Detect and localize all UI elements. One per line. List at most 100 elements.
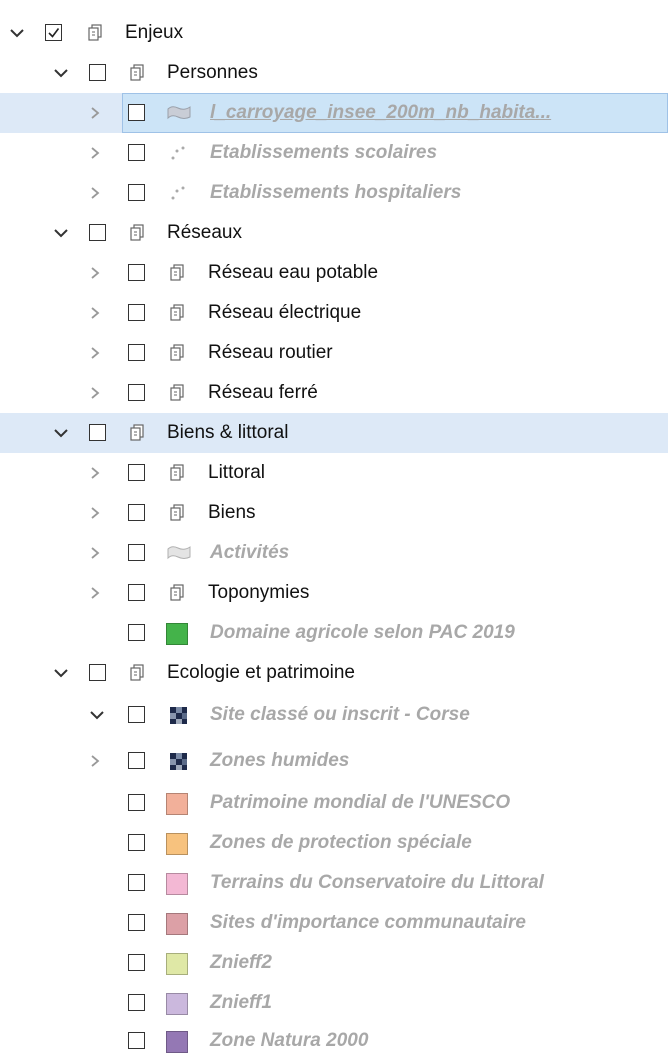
tree-row-layer[interactable]: Réseau ferré xyxy=(0,373,668,413)
tree-row-ecologie[interactable]: Ecologie et patrimoine xyxy=(0,653,668,693)
checkbox[interactable] xyxy=(128,706,145,723)
checkbox[interactable] xyxy=(128,752,145,769)
legend-swatch xyxy=(166,793,188,815)
legend-swatch xyxy=(166,623,188,645)
checkbox[interactable] xyxy=(128,874,145,891)
tree-label: Biens xyxy=(208,502,256,523)
chevron-down-icon[interactable] xyxy=(52,413,70,453)
tree-label: Réseau eau potable xyxy=(208,262,379,283)
tree-row-layer[interactable]: Site classé ou inscrit - Corse xyxy=(0,695,668,735)
tree-row-layer[interactable]: l_carroyage_insee_200m_nb_habita... xyxy=(0,93,668,133)
tree-row-layer[interactable]: Znieff1 xyxy=(0,983,668,1023)
tree-label: Zone Natura 2000 xyxy=(210,1030,369,1051)
tree-row-biens[interactable]: Biens & littoral xyxy=(0,413,668,453)
tree-row-layer[interactable]: Littoral xyxy=(0,453,668,493)
chevron-right-icon[interactable] xyxy=(88,453,106,493)
legend-swatch xyxy=(166,993,188,1015)
tree-row-layer[interactable]: Etablissements scolaires xyxy=(0,133,668,173)
checkbox[interactable] xyxy=(128,104,145,121)
chevron-down-icon[interactable] xyxy=(52,53,70,93)
tree-row-layer[interactable]: Znieff2 xyxy=(0,943,668,983)
tree-row-enjeux[interactable]: Enjeux xyxy=(0,13,668,53)
tree-label: Biens & littoral xyxy=(167,422,289,443)
checkbox[interactable] xyxy=(128,914,145,931)
checkbox[interactable] xyxy=(128,1032,145,1049)
checkbox[interactable] xyxy=(128,794,145,811)
chevron-right-icon[interactable] xyxy=(88,293,106,333)
chevron-down-icon[interactable] xyxy=(88,695,106,735)
chevron-down-icon[interactable] xyxy=(52,653,70,693)
tree-label: Domaine agricole selon PAC 2019 xyxy=(210,622,515,643)
tree-label: Enjeux xyxy=(125,22,184,43)
raster-layer-icon xyxy=(168,705,188,725)
tree-label: Sites d'importance communautaire xyxy=(210,912,526,933)
checkbox[interactable] xyxy=(128,834,145,851)
chevron-down-icon[interactable] xyxy=(52,213,70,253)
tree-label: Site classé ou inscrit - Corse xyxy=(210,704,470,725)
chevron-right-icon[interactable] xyxy=(88,93,106,133)
tree-row-reseaux[interactable]: Réseaux xyxy=(0,213,668,253)
tree-row-layer[interactable]: Zone Natura 2000 xyxy=(0,1021,668,1061)
tree-row-layer[interactable]: Sites d'importance communautaire xyxy=(0,903,668,943)
checkbox[interactable] xyxy=(128,504,145,521)
chevron-right-icon[interactable] xyxy=(88,741,106,781)
chevron-right-icon[interactable] xyxy=(88,373,106,413)
checkbox[interactable] xyxy=(128,344,145,361)
tree-label: Etablissements hospitaliers xyxy=(210,182,462,203)
checkbox[interactable] xyxy=(128,544,145,561)
tree-label: Zones de protection spéciale xyxy=(210,832,472,853)
checkbox[interactable] xyxy=(128,264,145,281)
legend-swatch xyxy=(166,1031,188,1053)
tree-row-layer[interactable]: Réseau routier xyxy=(0,333,668,373)
tree-row-layer[interactable]: Patrimoine mondial de l'UNESCO xyxy=(0,783,668,823)
checkbox[interactable] xyxy=(89,224,106,241)
chevron-right-icon[interactable] xyxy=(88,253,106,293)
tree-label: Znieff1 xyxy=(210,992,272,1013)
checkbox[interactable] xyxy=(89,664,106,681)
tree-label: Personnes xyxy=(167,62,258,83)
tree-row-layer[interactable]: Réseau électrique xyxy=(0,293,668,333)
tree-label: Znieff2 xyxy=(210,952,272,973)
tree-row-layer[interactable]: Biens xyxy=(0,493,668,533)
checkbox[interactable] xyxy=(128,184,145,201)
tree-row-layer[interactable]: Réseau eau potable xyxy=(0,253,668,293)
chevron-right-icon[interactable] xyxy=(88,133,106,173)
layer-group-icon xyxy=(168,503,188,523)
chevron-down-icon[interactable] xyxy=(8,13,26,53)
layer-group-icon xyxy=(128,223,148,243)
point-layer-icon xyxy=(168,143,188,163)
chevron-right-icon[interactable] xyxy=(88,533,106,573)
checkbox[interactable] xyxy=(89,424,106,441)
checkbox[interactable] xyxy=(128,464,145,481)
checkbox[interactable] xyxy=(128,584,145,601)
legend-swatch xyxy=(166,953,188,975)
layer-group-icon xyxy=(128,423,148,443)
tree-row-layer[interactable]: Zones humides xyxy=(0,741,668,781)
tree-row-layer[interactable]: Activités xyxy=(0,533,668,573)
tree-label: Réseau routier xyxy=(208,342,333,363)
tree-row-personnes[interactable]: Personnes xyxy=(0,53,668,93)
checkbox[interactable] xyxy=(128,384,145,401)
chevron-right-icon[interactable] xyxy=(88,573,106,613)
tree-row-layer[interactable]: Toponymies xyxy=(0,573,668,613)
tree-row-layer[interactable]: Etablissements hospitaliers xyxy=(0,173,668,213)
checkbox[interactable] xyxy=(128,994,145,1011)
chevron-right-icon[interactable] xyxy=(88,173,106,213)
tree-row-layer[interactable]: Terrains du Conservatoire du Littoral xyxy=(0,863,668,903)
tree-label: Réseaux xyxy=(167,222,242,243)
tree-row-layer[interactable]: Zones de protection spéciale xyxy=(0,823,668,863)
tree-label: Patrimoine mondial de l'UNESCO xyxy=(210,792,511,813)
chevron-right-icon[interactable] xyxy=(88,333,106,373)
checkbox[interactable] xyxy=(89,64,106,81)
legend-swatch xyxy=(166,913,188,935)
checkbox[interactable] xyxy=(128,624,145,641)
checkbox[interactable] xyxy=(128,304,145,321)
checkbox[interactable] xyxy=(45,24,62,41)
layer-group-icon xyxy=(168,343,188,363)
checkbox[interactable] xyxy=(128,144,145,161)
chevron-right-icon[interactable] xyxy=(88,493,106,533)
tree-row-layer[interactable]: Domaine agricole selon PAC 2019 xyxy=(0,613,668,653)
tree-label: l_carroyage_insee_200m_nb_habita... xyxy=(210,102,552,123)
tree-label: Réseau électrique xyxy=(208,302,362,323)
checkbox[interactable] xyxy=(128,954,145,971)
